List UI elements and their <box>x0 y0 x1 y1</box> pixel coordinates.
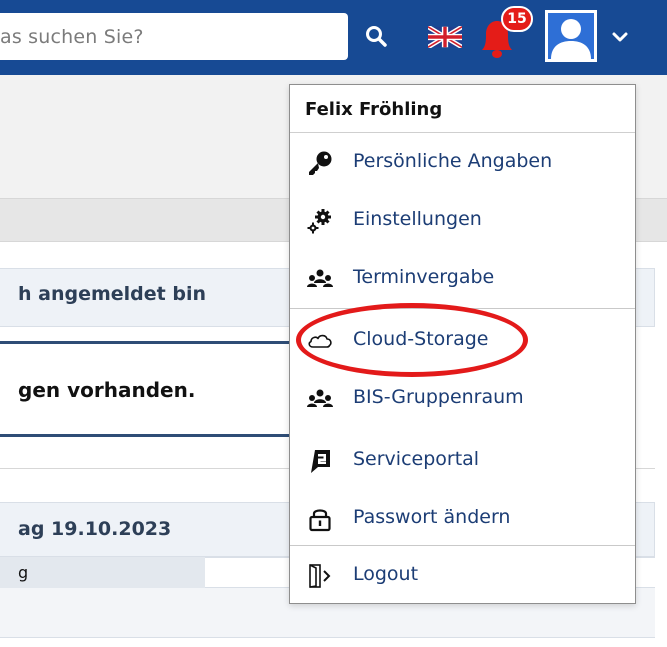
menu-item-serviceportal[interactable]: Serviceportal <box>290 431 635 489</box>
menu-item-einstellungen[interactable]: Einstellungen <box>290 191 635 249</box>
card-title: h angemeldet bin <box>18 283 206 305</box>
menu-item-label: BIS-Gruppenraum <box>353 386 524 408</box>
table-cell <box>0 557 205 588</box>
menu-item-label: Passwort ändern <box>353 506 511 528</box>
highlight-ellipse <box>296 303 528 377</box>
search-input[interactable]: as suchen Sie? <box>0 13 348 60</box>
user-avatar[interactable] <box>545 10 597 62</box>
user-silhouette-icon <box>551 19 591 59</box>
menu-item-bis-gruppenraum[interactable]: BIS-Gruppenraum <box>290 369 635 427</box>
gears-icon <box>307 209 331 234</box>
table-row-label: g <box>18 563 29 582</box>
menu-item-logout[interactable]: Logout <box>290 546 635 604</box>
menu-item-label: Persönliche Angaben <box>353 150 553 172</box>
card-title: ag 19.10.2023 <box>18 518 172 540</box>
menu-item-persoenliche-angaben[interactable]: Persönliche Angaben <box>290 133 635 191</box>
notification-count-badge: 15 <box>501 6 533 32</box>
user-name: Felix Fröhling <box>305 99 443 120</box>
chevron-down-icon[interactable] <box>611 30 629 44</box>
search-icon[interactable] <box>364 24 388 48</box>
people-icon <box>307 389 333 407</box>
menu-header: Felix Fröhling <box>290 85 635 133</box>
menu-item-passwort-aendern[interactable]: Passwort ändern <box>290 489 635 547</box>
people-icon <box>307 269 333 287</box>
top-navigation-bar: as suchen Sie? 15 <box>0 0 667 75</box>
key-icon <box>309 151 332 175</box>
menu-item-label: Serviceportal <box>353 448 480 470</box>
menu-item-label: Einstellungen <box>353 208 482 230</box>
menu-item-terminvergabe[interactable]: Terminvergabe <box>290 249 635 307</box>
logout-icon <box>309 564 331 588</box>
lock-icon <box>309 509 331 532</box>
menu-item-label: Logout <box>353 563 419 585</box>
serviceportal-icon <box>311 450 330 473</box>
search-placeholder: as suchen Sie? <box>0 25 144 48</box>
uk-flag-icon[interactable] <box>428 26 462 48</box>
info-message: gen vorhanden. <box>18 378 196 402</box>
menu-item-label: Terminvergabe <box>353 266 495 288</box>
